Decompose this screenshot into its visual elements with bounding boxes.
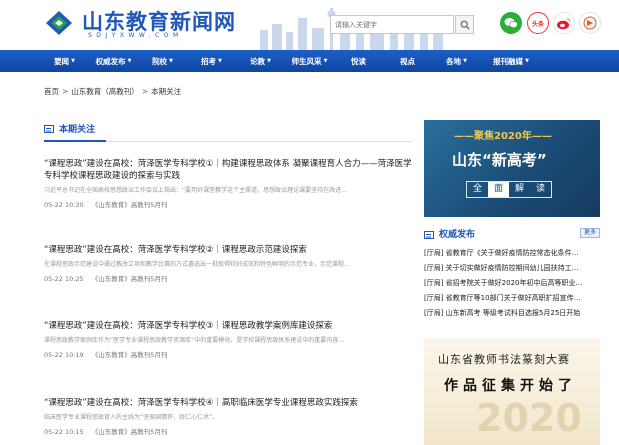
article-date: 05-22 10:25 [44, 274, 84, 283]
article-date: 05-22 10:30 [44, 200, 84, 209]
breadcrumb-home[interactable]: 首页 [44, 87, 59, 96]
nav-item-opinion[interactable]: 论教 ▼ [236, 50, 285, 72]
article-meta: 05-22 10:25 《山东教育》高教刊5月刊 [44, 273, 412, 283]
nav-item-viewpoint[interactable]: 视点 [383, 50, 432, 72]
search-input[interactable] [330, 15, 454, 34]
nav-item-media[interactable]: 报刊融媒 ▼ [481, 50, 541, 72]
article-meta: 05-22 10:19 《山东教育》高教刊5月刊 [44, 349, 412, 359]
nav-item-people[interactable]: 师生风采 ▼ [285, 50, 334, 72]
sidebar-title: 权威发布 [439, 230, 476, 240]
list-item[interactable]: [厅局] 省教育厅《关于做好疫情防控常态化条件… [424, 246, 600, 261]
article-summary: 临床医学专业课程思政育人的主线为“坚家国情怀、践仁心仁术”。 [44, 414, 219, 421]
calligraphy-contest-banner[interactable]: 2020 山东省教师书法篆刻大赛 作品征集开始了 [424, 338, 600, 445]
banner-subtitle-box: 全 面 解 读 [466, 181, 552, 198]
wechat-icon[interactable] [500, 12, 522, 34]
nav-item-exams[interactable]: 招考 ▼ [187, 50, 236, 72]
article-summary: 习近平总书记在全国高校思想政治工作会议上指出：“要用好课堂教学这个主渠道，思想政… [44, 187, 348, 194]
article-title[interactable]: “课程思政”建设在高校：菏泽医学专科学校②｜课程思政示范建设探索 [44, 244, 412, 256]
breadcrumb-current: 本期关注 [151, 87, 182, 96]
article-title[interactable]: “课程思政”建设在高校：菏泽医学专科学校③｜课程思政教学案例库建设探索 [44, 320, 412, 332]
banner-title: 山东“新高考” [452, 151, 547, 169]
chevron-down-icon: ▼ [71, 58, 75, 64]
app-icon[interactable] [579, 12, 601, 34]
article-source: 《山东教育》高教刊5月刊 [91, 350, 168, 359]
article-summary: 课程思政教学案例库作为“医学专业课程思政教学资源库”中的重要模块，是学校课程思政… [44, 337, 345, 344]
article-date: 05-22 10:15 [44, 427, 84, 436]
main-nav: 要闻 ▼ 权威发布 ▼ 院校 ▼ 招考 ▼ 论教 ▼ 师生风采 ▼ 悦读 视点 各地 ▼ 报刊… [0, 50, 619, 72]
banner-tag: ——聚焦2020年—— [454, 131, 552, 142]
search-icon [460, 20, 470, 30]
article-meta: 05-22 10:30 《山东教育》高教刊5月刊 [44, 199, 412, 209]
more-button[interactable]: 更多 [579, 228, 600, 238]
site-domain: SDJYXWW.COM [88, 32, 183, 39]
article-meta: 05-22 10:15 《山东教育》高教刊5月刊 [44, 426, 412, 436]
promo-year: 2020 [476, 396, 582, 440]
nav-item-news[interactable]: 要闻 ▼ [40, 50, 89, 72]
chevron-down-icon: ▼ [127, 58, 132, 64]
article-item: “课程思政”建设在高校：菏泽医学专科学校①｜构建课程思政体系 凝聚课程育人合力—… [44, 158, 412, 209]
nav-item-colleges[interactable]: 院校 ▼ [138, 50, 187, 72]
nav-item-releases[interactable]: 权威发布 ▼ [89, 50, 138, 72]
chevron-down-icon: ▼ [267, 58, 271, 64]
chevron-down-icon: ▼ [169, 58, 173, 64]
chevron-down-icon: ▼ [525, 58, 529, 64]
article-item: “课程思政”建设在高校：菏泽医学专科学校④｜高职临床医学专业课程思政实践探索 临… [44, 397, 412, 436]
article-date: 05-22 10:19 [44, 350, 84, 359]
list-item[interactable]: [厅局] 关于切实做好疫情防控期间幼儿园扶持工… [424, 261, 600, 276]
site-logo-icon[interactable] [44, 10, 74, 36]
list-icon [44, 125, 54, 133]
sidebar-header: 权威发布 更多 [424, 226, 600, 242]
sidebar-news-list: [厅局] 省教育厅《关于做好疫情防控常态化条件… [厅局] 关于切实做好疫情防控… [424, 246, 600, 321]
gaokao-banner[interactable]: ——聚焦2020年—— 山东“新高考” 全 面 解 读 [424, 120, 600, 217]
section-title: 本期关注 [59, 125, 96, 135]
promo-title: 山东省教师书法篆刻大赛 [438, 353, 570, 366]
article-source: 《山东教育》高教刊5月刊 [91, 200, 168, 209]
list-icon [424, 231, 434, 239]
article-item: “课程思政”建设在高校：菏泽医学专科学校③｜课程思政教学案例库建设探索 课程思政… [44, 320, 412, 359]
weibo-icon[interactable] [553, 12, 575, 34]
toutiao-icon[interactable]: 头条 [527, 12, 549, 34]
nav-item-reading[interactable]: 悦读 [334, 50, 383, 72]
article-title[interactable]: “课程思政”建设在高校：菏泽医学专科学校①｜构建课程思政体系 凝聚课程育人合力—… [44, 158, 412, 182]
chevron-down-icon: ▼ [463, 58, 467, 64]
list-item[interactable]: [厅局] 山东新高考 等级考试科目选报5月25日开始 [424, 306, 600, 321]
section-header: 本期关注 [44, 120, 412, 142]
site-header: 山东教育新闻网 SDJYXWW.COM 头条 [0, 0, 619, 50]
search-button[interactable] [455, 15, 474, 34]
chevron-down-icon: ▼ [323, 58, 328, 64]
article-summary: 在课程思政示范建设中通过教改立项和教学比赛的方式遴选出一批取得较好成效和特色鲜明… [44, 261, 351, 268]
article-source: 《山东教育》高教刊5月刊 [91, 274, 168, 283]
article-source: 《山东教育》高教刊5月刊 [91, 427, 168, 436]
nav-item-regions[interactable]: 各地 ▼ [432, 50, 481, 72]
chevron-down-icon: ▼ [218, 58, 222, 64]
list-item[interactable]: [厅局] 省招考院关于做好2020年初中后高等职业… [424, 276, 600, 291]
breadcrumb: 首页 > 山东教育（高教刊） > 本期关注 [44, 87, 182, 96]
article-item: “课程思政”建设在高校：菏泽医学专科学校②｜课程思政示范建设探索 在课程思政示范… [44, 244, 412, 283]
promo-subtitle: 作品征集开始了 [444, 378, 577, 394]
list-item[interactable]: [厅局] 省教育厅等10部门关于做好高职扩招宣传… [424, 291, 600, 306]
article-title[interactable]: “课程思政”建设在高校：菏泽医学专科学校④｜高职临床医学专业课程思政实践探索 [44, 397, 412, 409]
breadcrumb-channel[interactable]: 山东教育（高教刊） [71, 87, 139, 96]
toutiao-label: 头条 [531, 20, 544, 28]
